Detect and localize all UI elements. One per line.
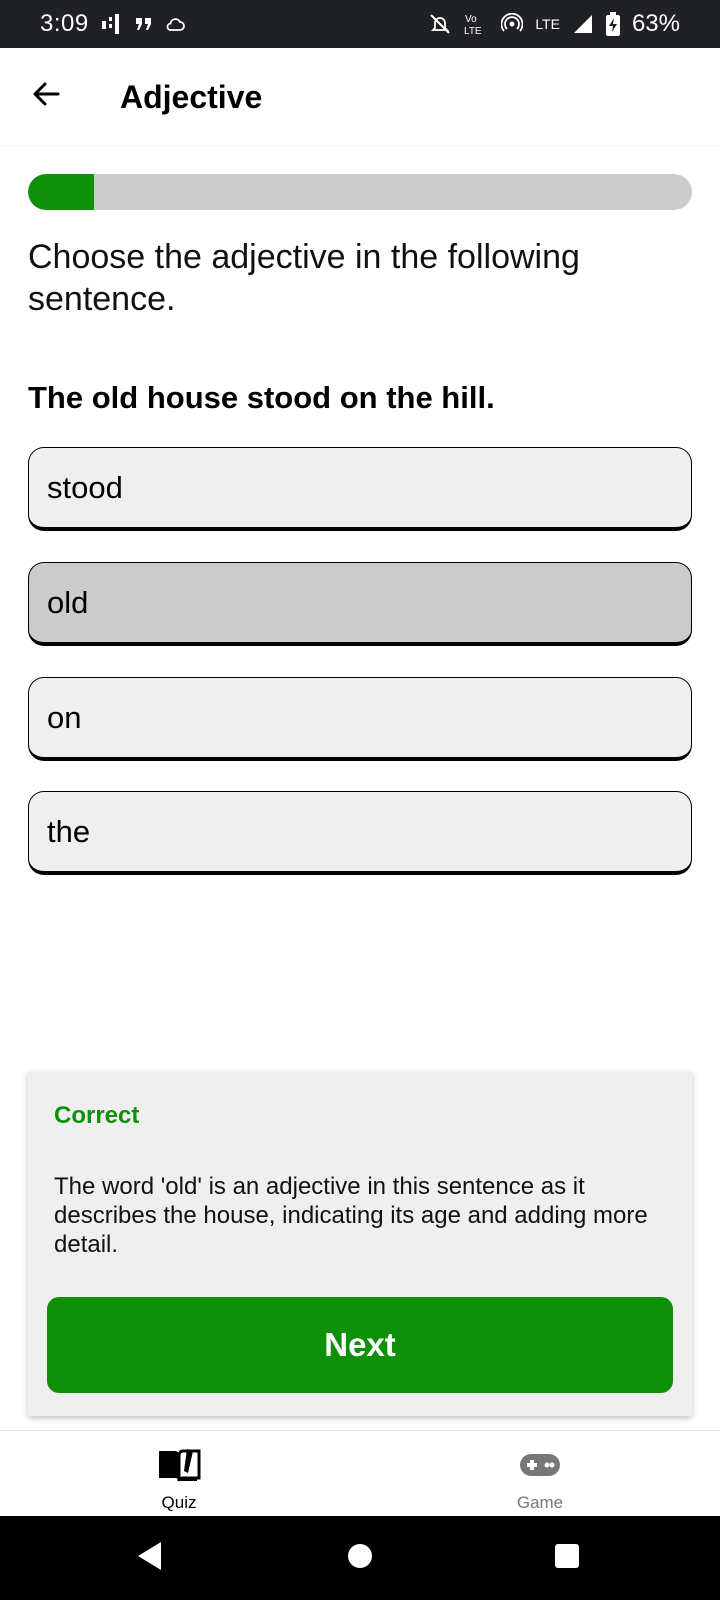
- svg-text:LTE: LTE: [464, 26, 482, 36]
- quiz-progress-fill: [28, 174, 95, 210]
- nav-item-game[interactable]: Game: [440, 1431, 640, 1517]
- svg-text:Vo: Vo: [465, 14, 477, 25]
- quiz-question: The old house stood on the hill.: [28, 380, 495, 415]
- status-right: Vo LTE LTE 63%: [429, 10, 680, 38]
- answer-option[interactable]: on: [28, 677, 692, 761]
- system-home-button[interactable]: [344, 1542, 376, 1574]
- answer-option-label: old: [47, 584, 89, 620]
- answer-option-label: the: [47, 813, 91, 849]
- answer-option[interactable]: the: [28, 791, 692, 875]
- network-label: LTE: [535, 16, 560, 32]
- volte-icon: Vo LTE: [463, 12, 489, 36]
- nav-label-quiz: Quiz: [161, 1493, 197, 1512]
- system-recents-button[interactable]: [551, 1542, 583, 1574]
- answer-option-label: stood: [47, 469, 123, 505]
- circle-home-icon: [346, 1542, 374, 1575]
- nav-item-quiz[interactable]: Quiz: [79, 1431, 279, 1517]
- answer-option[interactable]: stood: [28, 447, 692, 531]
- answer-option[interactable]: old: [28, 562, 692, 646]
- cell-signal-icon: [572, 13, 594, 35]
- arrow-left-icon: [30, 78, 62, 115]
- quiz-progress-bar: [28, 174, 692, 210]
- status-left: 3:09: [40, 10, 185, 38]
- answer-option-label: on: [47, 699, 82, 735]
- system-back-button[interactable]: [134, 1540, 166, 1577]
- page-title: Adjective: [120, 79, 263, 115]
- nav-label-game: Game: [516, 1493, 564, 1512]
- feedback-explanation: The word 'old' is an adjective in this s…: [54, 1173, 648, 1258]
- triangle-back-icon: [135, 1540, 165, 1577]
- quiz-instruction: Choose the adjective in the following se…: [28, 238, 580, 318]
- battery-charging-icon: [605, 12, 620, 36]
- hotspot-icon: [501, 13, 524, 35]
- square-recents-icon: [553, 1542, 581, 1575]
- cloud-icon: [165, 16, 185, 32]
- feedback-panel: Correct The word 'old' is an adjective i…: [28, 1072, 692, 1416]
- status-bar: 3:09 Vo LTE LTE 63%: [0, 0, 720, 48]
- battery-percent: 63%: [631, 10, 680, 37]
- system-navigation-bar: [0, 1516, 720, 1600]
- gamepad-icon: [519, 1447, 561, 1483]
- mute-icon: [429, 13, 451, 35]
- quote-icon: [135, 16, 153, 32]
- app-bar: Adjective: [0, 48, 720, 146]
- feedback-title: Correct: [54, 1102, 140, 1129]
- status-time: 3:09: [40, 10, 89, 37]
- book-icon: [157, 1447, 201, 1483]
- bottom-navigation: Quiz Game: [0, 1430, 720, 1516]
- back-button[interactable]: [26, 76, 66, 116]
- next-button[interactable]: Next: [47, 1297, 673, 1393]
- signal-bars-icon: [101, 13, 123, 35]
